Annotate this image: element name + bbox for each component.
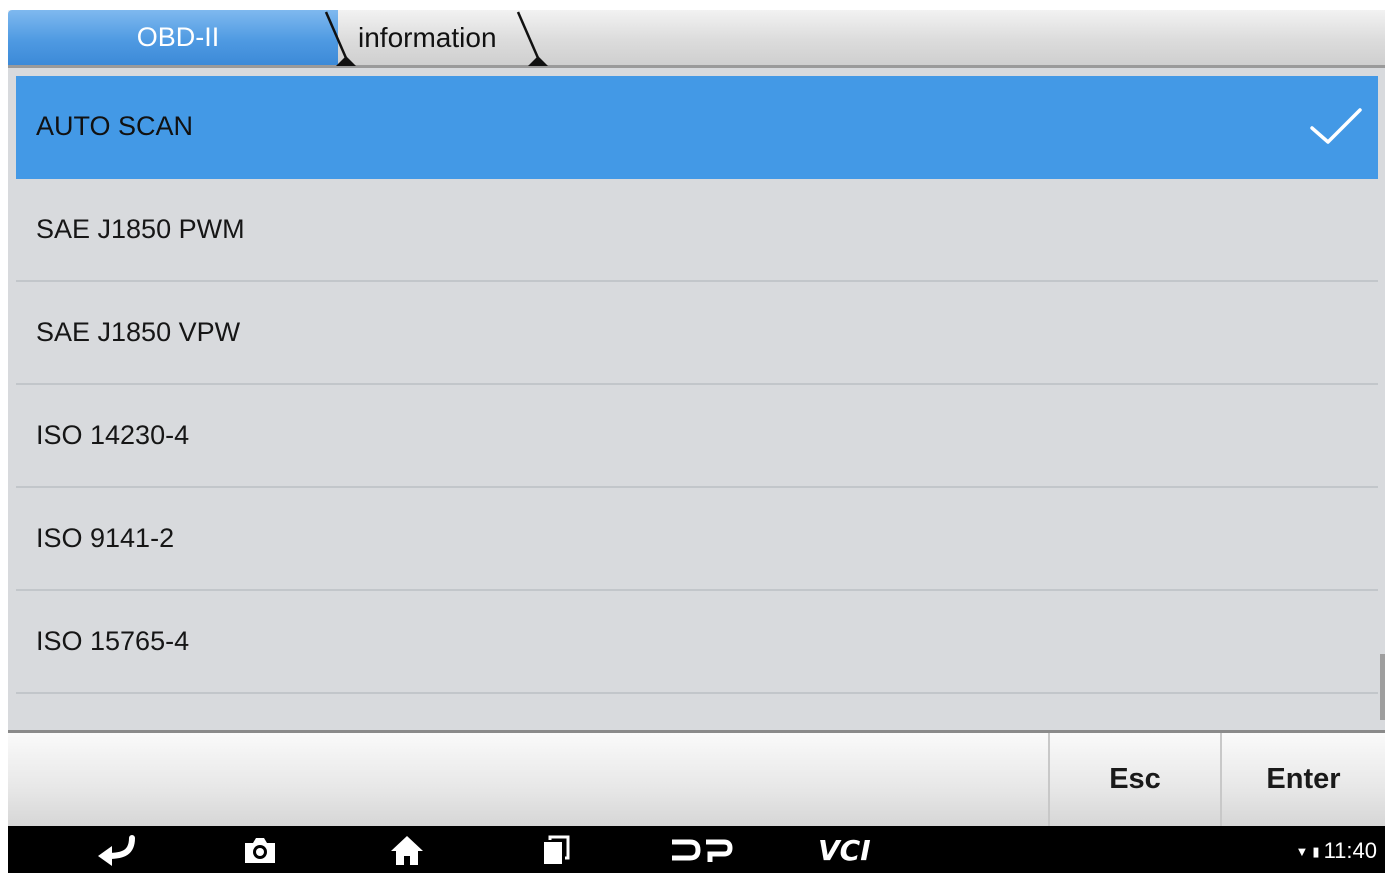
protocol-list: AUTO SCAN SAE J1850 PWM SAE J1850 VPW IS…: [16, 76, 1378, 694]
back-icon[interactable]: [94, 834, 138, 866]
svg-text:VCI: VCI: [818, 834, 871, 866]
list-item-auto-scan[interactable]: AUTO SCAN: [16, 76, 1378, 179]
battery-icon: ▮: [1312, 844, 1320, 859]
clock: 11:40: [1323, 838, 1377, 863]
action-bar: Esc Enter: [8, 730, 1385, 826]
camera-icon[interactable]: [242, 834, 278, 866]
esc-button[interactable]: Esc: [1048, 733, 1220, 826]
list-item-label: AUTO SCAN: [36, 111, 194, 141]
list-item-label: SAE J1850 VPW: [36, 317, 241, 347]
wifi-icon: ▼: [1295, 844, 1309, 859]
list-item-sae-j1850-vpw[interactable]: SAE J1850 VPW: [16, 282, 1378, 385]
list-item-iso-15765-4[interactable]: ISO 15765-4: [16, 591, 1378, 694]
list-item-label: ISO 15765-4: [36, 626, 190, 656]
status-area: ▼ ▮ 11:40: [1296, 826, 1377, 873]
breadcrumb-item-obd2[interactable]: OBD-II: [8, 10, 338, 65]
list-item-label: ISO 14230-4: [36, 420, 190, 450]
breadcrumb-separator-icon: [516, 11, 548, 66]
check-icon: [1310, 108, 1362, 144]
enter-button[interactable]: Enter: [1220, 733, 1385, 826]
list-item-sae-j1850-pwm[interactable]: SAE J1850 PWM: [16, 179, 1378, 282]
system-nav-bar: VCI ▼ ▮ 11:40: [8, 826, 1385, 873]
protocol-list-container: AUTO SCAN SAE J1850 PWM SAE J1850 VPW IS…: [8, 68, 1385, 730]
list-item-label: SAE J1850 PWM: [36, 214, 245, 244]
dp-logo-icon[interactable]: [668, 834, 734, 866]
list-item-label: ISO 9141-2: [36, 523, 175, 553]
breadcrumb-obd2-label: OBD-II: [136, 22, 220, 52]
recent-apps-icon[interactable]: [540, 834, 572, 866]
list-item-iso-14230-4[interactable]: ISO 14230-4: [16, 385, 1378, 488]
list-item-iso-9141-2[interactable]: ISO 9141-2: [16, 488, 1378, 591]
breadcrumb-item-information[interactable]: information: [338, 10, 528, 65]
list-scrollbar[interactable]: [1380, 654, 1385, 720]
vci-icon[interactable]: VCI: [816, 834, 886, 866]
breadcrumb-information-label: information: [358, 22, 497, 53]
breadcrumb: OBD-II information: [8, 10, 1385, 68]
home-icon[interactable]: [389, 834, 425, 866]
